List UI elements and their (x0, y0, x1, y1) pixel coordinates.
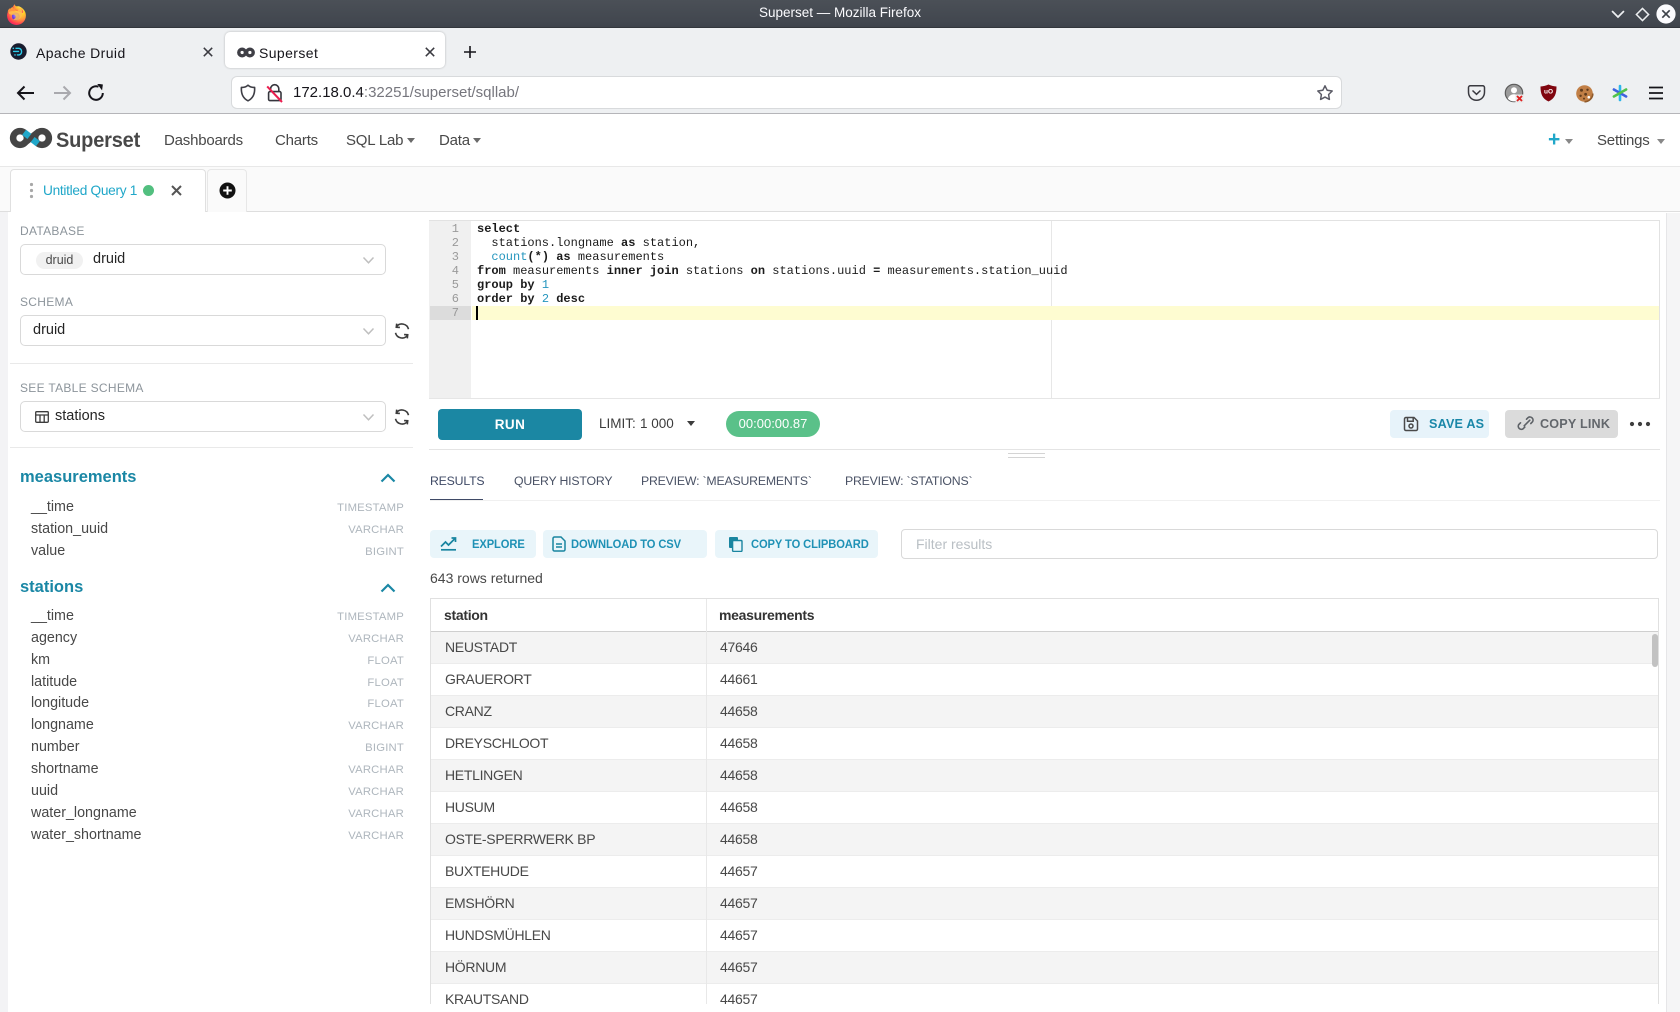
svg-text:uO: uO (1544, 89, 1553, 96)
